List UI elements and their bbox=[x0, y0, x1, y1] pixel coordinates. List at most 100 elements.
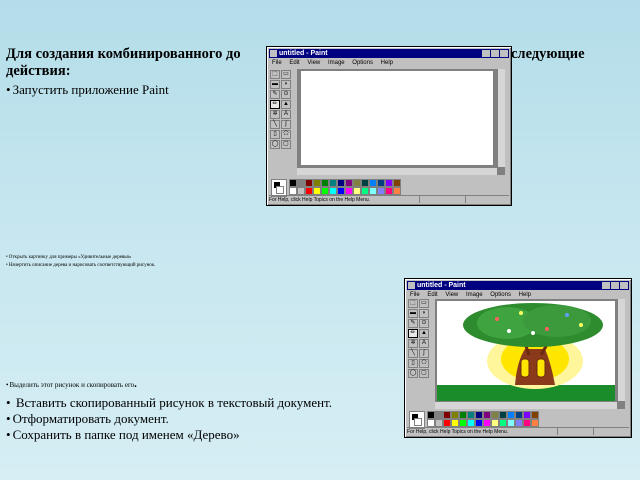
menu-edit[interactable]: Edit bbox=[289, 60, 299, 66]
minimize-button[interactable] bbox=[602, 282, 610, 289]
drawing-canvas[interactable] bbox=[301, 71, 493, 165]
menu-file[interactable]: File bbox=[410, 292, 420, 298]
color-swatch[interactable] bbox=[475, 411, 483, 419]
color-swatch[interactable] bbox=[427, 419, 435, 427]
pencil-icon[interactable]: ✏ bbox=[270, 100, 280, 109]
color-swatch[interactable] bbox=[369, 187, 377, 195]
color-swatch[interactable] bbox=[289, 179, 297, 187]
color-swatch[interactable] bbox=[459, 411, 467, 419]
menu-options[interactable]: Options bbox=[490, 292, 511, 298]
color-swatch[interactable] bbox=[451, 419, 459, 427]
color-swatch[interactable] bbox=[337, 179, 345, 187]
color-swatch[interactable] bbox=[297, 179, 305, 187]
rounded-rect-icon[interactable]: ▢ bbox=[281, 140, 291, 149]
color-swatch[interactable] bbox=[313, 187, 321, 195]
color-swatch[interactable] bbox=[305, 179, 313, 187]
line-icon[interactable]: ╲ bbox=[270, 120, 280, 129]
polygon-icon[interactable]: ⬠ bbox=[281, 130, 291, 139]
airbrush-icon[interactable]: ✲ bbox=[270, 110, 280, 119]
rectangle-icon[interactable]: ▯ bbox=[270, 130, 280, 139]
drawing-canvas[interactable] bbox=[437, 301, 615, 401]
color-swatch[interactable] bbox=[289, 187, 297, 195]
color-swatch[interactable] bbox=[393, 187, 401, 195]
color-swatch[interactable] bbox=[467, 411, 475, 419]
magnifier-icon[interactable]: ⊙ bbox=[419, 319, 429, 328]
minimize-button[interactable] bbox=[482, 50, 490, 57]
pencil-icon[interactable]: ✏ bbox=[408, 329, 418, 338]
color-swatch[interactable] bbox=[499, 411, 507, 419]
color-swatch[interactable] bbox=[427, 411, 435, 419]
color-swatch[interactable] bbox=[507, 411, 515, 419]
vertical-scrollbar[interactable] bbox=[617, 299, 625, 401]
color-swatch[interactable] bbox=[385, 179, 393, 187]
brush-icon[interactable]: ▲ bbox=[419, 329, 429, 338]
color-swatch[interactable] bbox=[451, 411, 459, 419]
color-swatch[interactable] bbox=[483, 419, 491, 427]
menu-help[interactable]: Help bbox=[519, 292, 531, 298]
color-swatch[interactable] bbox=[345, 179, 353, 187]
brush-icon[interactable]: ▲ bbox=[281, 100, 291, 109]
curve-icon[interactable]: ∫ bbox=[419, 349, 429, 358]
fill-icon[interactable]: ◗ bbox=[281, 80, 291, 89]
rectangle-icon[interactable]: ▯ bbox=[408, 359, 418, 368]
color-swatch[interactable] bbox=[329, 187, 337, 195]
text-icon[interactable]: A bbox=[419, 339, 429, 348]
picker-icon[interactable]: ✎ bbox=[270, 90, 280, 99]
color-swatch[interactable] bbox=[361, 187, 369, 195]
color-swatch[interactable] bbox=[467, 419, 475, 427]
color-swatch[interactable] bbox=[329, 179, 337, 187]
color-swatch[interactable] bbox=[483, 411, 491, 419]
menu-file[interactable]: File bbox=[272, 60, 282, 66]
ellipse-icon[interactable]: ◯ bbox=[270, 140, 280, 149]
color-swatch[interactable] bbox=[443, 411, 451, 419]
menu-options[interactable]: Options bbox=[352, 60, 373, 66]
color-swatch[interactable] bbox=[507, 419, 515, 427]
select-icon[interactable]: ▭ bbox=[281, 70, 291, 79]
vertical-scrollbar[interactable] bbox=[497, 69, 505, 167]
maximize-button[interactable] bbox=[611, 282, 619, 289]
fill-icon[interactable]: ◗ bbox=[419, 309, 429, 318]
maximize-button[interactable] bbox=[491, 50, 499, 57]
polygon-icon[interactable]: ⬠ bbox=[419, 359, 429, 368]
picker-icon[interactable]: ✎ bbox=[408, 319, 418, 328]
color-swatch[interactable] bbox=[377, 179, 385, 187]
ellipse-icon[interactable]: ◯ bbox=[408, 369, 418, 378]
color-swatch[interactable] bbox=[435, 411, 443, 419]
color-swatch[interactable] bbox=[385, 187, 393, 195]
color-swatch[interactable] bbox=[499, 419, 507, 427]
close-button[interactable] bbox=[620, 282, 628, 289]
color-swatch[interactable] bbox=[475, 419, 483, 427]
color-swatch[interactable] bbox=[337, 187, 345, 195]
color-swatch[interactable] bbox=[393, 179, 401, 187]
color-swatch[interactable] bbox=[523, 411, 531, 419]
eraser-icon[interactable]: ▬ bbox=[270, 80, 280, 89]
horizontal-scrollbar[interactable] bbox=[297, 167, 497, 175]
color-swatch[interactable] bbox=[313, 179, 321, 187]
close-button[interactable] bbox=[500, 50, 508, 57]
color-swatch[interactable] bbox=[353, 179, 361, 187]
menu-image[interactable]: Image bbox=[466, 292, 483, 298]
paint-app-icon[interactable] bbox=[408, 282, 415, 289]
color-swatch[interactable] bbox=[377, 187, 385, 195]
color-swatch[interactable] bbox=[321, 187, 329, 195]
rounded-rect-icon[interactable]: ▢ bbox=[419, 369, 429, 378]
color-swatch[interactable] bbox=[531, 419, 539, 427]
magnifier-icon[interactable]: ⊙ bbox=[281, 90, 291, 99]
line-icon[interactable]: ╲ bbox=[408, 349, 418, 358]
eraser-icon[interactable]: ▬ bbox=[408, 309, 418, 318]
color-swatch[interactable] bbox=[515, 419, 523, 427]
free-select-icon[interactable]: ⬚ bbox=[270, 70, 280, 79]
free-select-icon[interactable]: ⬚ bbox=[408, 299, 418, 308]
select-icon[interactable]: ▭ bbox=[419, 299, 429, 308]
color-swatch[interactable] bbox=[321, 179, 329, 187]
color-swatch[interactable] bbox=[515, 411, 523, 419]
menu-help[interactable]: Help bbox=[381, 60, 393, 66]
curve-icon[interactable]: ∫ bbox=[281, 120, 291, 129]
text-icon[interactable]: A bbox=[281, 110, 291, 119]
color-swatch[interactable] bbox=[297, 187, 305, 195]
color-swatch[interactable] bbox=[523, 419, 531, 427]
horizontal-scrollbar[interactable] bbox=[435, 401, 617, 409]
paint-app-icon[interactable] bbox=[270, 50, 277, 57]
color-swatch[interactable] bbox=[443, 419, 451, 427]
color-swatch[interactable] bbox=[353, 187, 361, 195]
